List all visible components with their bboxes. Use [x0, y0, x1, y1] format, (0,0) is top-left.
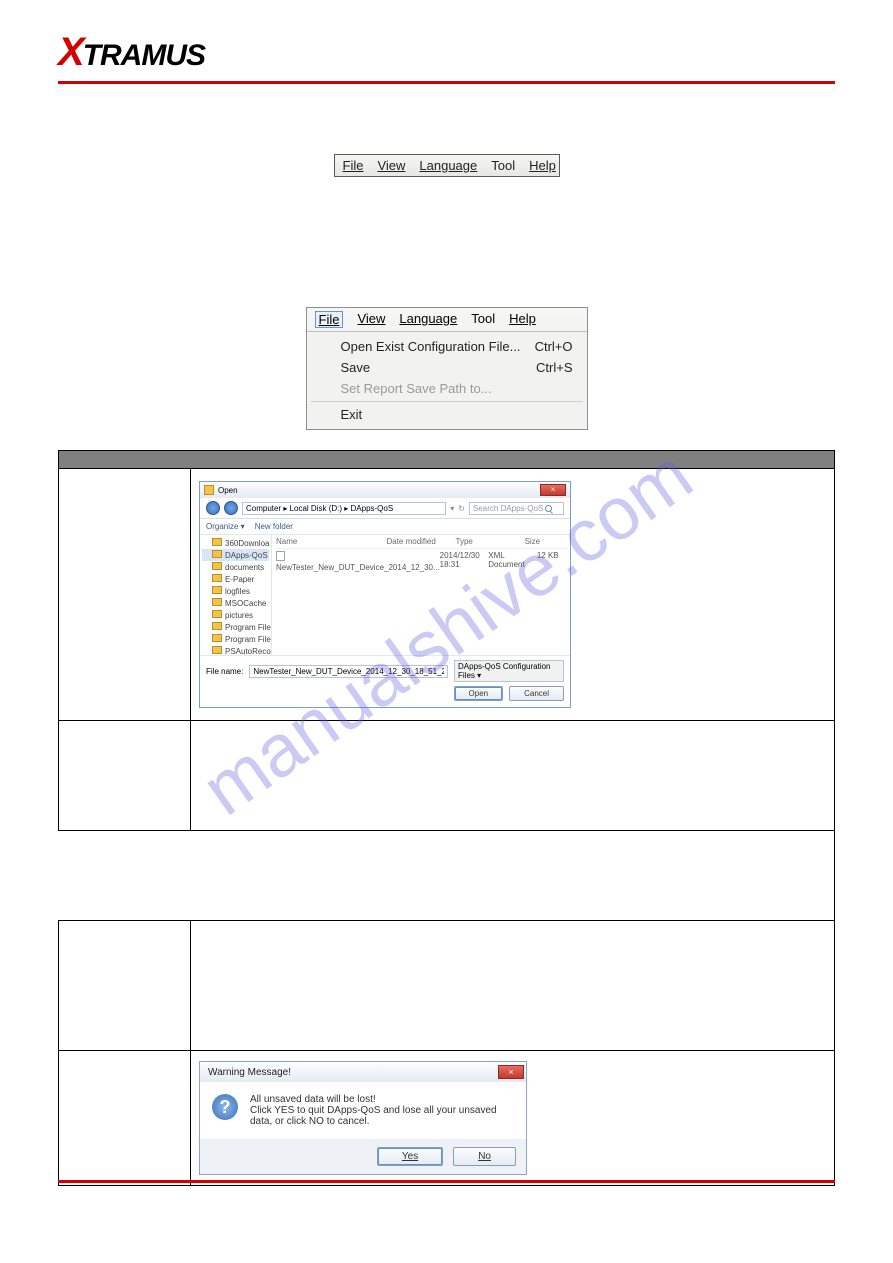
nav-forward-button[interactable]	[224, 501, 238, 515]
yes-button[interactable]: Yes	[377, 1147, 443, 1166]
menu-tool-2[interactable]: Tool	[471, 311, 495, 328]
brand-logo-x: X	[58, 30, 83, 75]
menu-language-2[interactable]: Language	[399, 311, 457, 328]
tree-item[interactable]: MSOCache	[202, 597, 269, 609]
file-name-input[interactable]	[249, 665, 448, 678]
tree-item[interactable]: Program File	[202, 633, 269, 645]
file-type-filter[interactable]: DApps-QoS Configuration Files ▾	[454, 660, 564, 682]
row-open-label-cell	[59, 469, 191, 721]
menu-view[interactable]: View	[377, 158, 405, 173]
tree-item[interactable]: documents	[202, 561, 269, 573]
open-button[interactable]: Open	[454, 686, 504, 701]
warning-title: Warning Message!	[208, 1067, 291, 1078]
menu-tool[interactable]: Tool	[491, 158, 515, 173]
cancel-button[interactable]: Cancel	[509, 686, 564, 701]
folder-icon	[204, 485, 214, 495]
row-exit-content-cell: Warning Message! × ? All unsaved data wi…	[191, 1051, 835, 1186]
tree-item[interactable]: Program File	[202, 621, 269, 633]
brand-logo-rest: TRAMUS	[83, 39, 205, 73]
close-icon[interactable]: ×	[540, 484, 566, 496]
warning-dialog: Warning Message! × ? All unsaved data wi…	[199, 1061, 527, 1175]
tree-item[interactable]: DApps-QoS	[202, 549, 269, 561]
menu-file-selected[interactable]: File	[315, 311, 344, 328]
menu-language[interactable]: Language	[419, 158, 477, 173]
organize-button[interactable]: Organize ▾	[206, 522, 245, 531]
row-setpath-content-cell	[191, 921, 835, 1051]
col-size[interactable]: Size	[525, 537, 566, 546]
row-open-content-cell: Open × Computer ▸ Local Disk (D:) ▸ DApp…	[191, 469, 835, 721]
new-folder-button[interactable]: New folder	[255, 522, 293, 531]
open-dialog-title: Open	[218, 486, 238, 495]
document-table: Open × Computer ▸ Local Disk (D:) ▸ DApp…	[58, 450, 835, 1186]
warning-text: All unsaved data will be lost! Click YES…	[250, 1094, 514, 1127]
row-exit-label-cell	[59, 1051, 191, 1186]
file-type-cell: XML Document	[488, 551, 537, 572]
tree-item[interactable]: 360Downloa	[202, 537, 269, 549]
footer-rule	[58, 1180, 835, 1183]
row-save-label-cell	[59, 721, 191, 831]
file-list[interactable]: Name Date modified Type Size NewTester_N…	[272, 535, 570, 655]
no-button[interactable]: No	[453, 1147, 516, 1166]
warning-close-icon[interactable]: ×	[498, 1065, 524, 1079]
brand-logo: X TRAMUS	[58, 30, 835, 75]
file-name-cell: NewTester_New_DUT_Device_2014_12_30...	[276, 551, 440, 572]
row-save-top-cell	[191, 721, 835, 831]
menu-help-2[interactable]: Help	[509, 311, 536, 328]
tree-item[interactable]: logfiles	[202, 585, 269, 597]
search-icon	[545, 505, 552, 512]
nav-back-button[interactable]	[206, 501, 220, 515]
menu-file[interactable]: File	[343, 158, 364, 173]
menu-set-report-path: Set Report Save Path to...	[307, 378, 587, 399]
table-header-bar	[59, 451, 835, 469]
tree-item[interactable]: PSAutoRecov	[202, 645, 269, 655]
col-type[interactable]: Type	[456, 537, 525, 546]
folder-tree[interactable]: 360DownloaDApps-QoSdocumentsE-Paperlogfi…	[200, 535, 272, 655]
tree-item[interactable]: pictures	[202, 609, 269, 621]
breadcrumb[interactable]: Computer ▸ Local Disk (D:) ▸ DApps-QoS	[242, 502, 446, 515]
open-dialog-titlebar: Open ×	[200, 482, 570, 498]
menu-save[interactable]: Save Ctrl+S	[307, 357, 587, 378]
menu-separator	[311, 401, 583, 402]
menubar-screenshot: File View Language Tool Help	[334, 154, 560, 177]
file-size-cell: 12 KB	[537, 551, 566, 572]
file-date-cell: 2014/12/30 18:31	[440, 551, 489, 572]
menu-exit[interactable]: Exit	[307, 404, 587, 425]
file-menu-screenshot: File View Language Tool Help Open Exist …	[306, 307, 588, 430]
col-name[interactable]: Name	[276, 537, 386, 546]
row-save-bottom-cell	[59, 831, 835, 921]
tree-item[interactable]: E-Paper	[202, 573, 269, 585]
file-row[interactable]: NewTester_New_DUT_Device_2014_12_30... 2…	[276, 549, 566, 572]
col-date[interactable]: Date modified	[386, 537, 455, 546]
menu-open-config[interactable]: Open Exist Configuration File... Ctrl+O	[307, 336, 587, 357]
row-setpath-label-cell	[59, 921, 191, 1051]
question-icon: ?	[212, 1094, 238, 1120]
open-file-dialog: Open × Computer ▸ Local Disk (D:) ▸ DApp…	[199, 481, 571, 708]
header-rule	[58, 81, 835, 84]
menu-help[interactable]: Help	[529, 158, 556, 173]
file-name-label: File name:	[206, 667, 243, 676]
search-input[interactable]: Search DApps-QoS	[469, 502, 564, 515]
file-menu-popup: Open Exist Configuration File... Ctrl+O …	[307, 331, 587, 429]
menu-view-2[interactable]: View	[357, 311, 385, 328]
